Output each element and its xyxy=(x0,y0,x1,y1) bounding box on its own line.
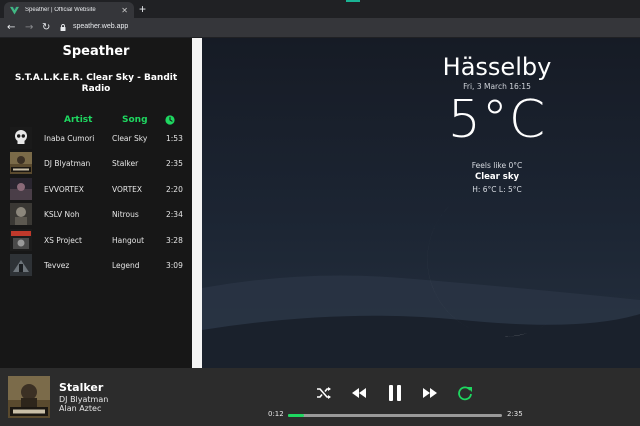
track-duration: 2:35 xyxy=(166,159,183,168)
tab-strip-accent xyxy=(346,0,360,2)
now-playing-artist: DJ Blyatman xyxy=(59,395,109,404)
repeat-icon[interactable] xyxy=(456,385,474,401)
weather-panel: Hässelby Fri, 3 March 16:15 5°C Feels li… xyxy=(202,38,640,368)
browser-tab-bar: Speather | Official Website ✕ + xyxy=(0,0,640,18)
now-playing-song: Stalker xyxy=(59,381,104,394)
track-duration: 2:20 xyxy=(166,185,183,194)
track-duration: 3:28 xyxy=(166,236,183,245)
track-song: Nitrous xyxy=(112,210,139,219)
previous-icon[interactable] xyxy=(350,385,368,401)
app-title: Speather xyxy=(62,44,130,59)
track-artist: Inaba Cumori xyxy=(44,134,95,143)
now-playing-album-artist: Alan Aztec xyxy=(59,404,102,413)
vue-logo-icon xyxy=(10,6,19,15)
track-song: Legend xyxy=(112,261,140,270)
new-tab-plus-icon[interactable]: + xyxy=(139,2,146,16)
next-icon[interactable] xyxy=(421,385,439,401)
skull-art xyxy=(10,127,32,149)
track-song: VORTEX xyxy=(112,185,143,194)
player-bar: Stalker DJ Blyatman Alan Aztec 0:12 2:35 xyxy=(0,368,640,426)
track-row[interactable]: EVVORTEX VORTEX 2:20 xyxy=(0,178,192,202)
back-arrow-icon[interactable]: ← xyxy=(7,21,15,35)
track-row[interactable]: KSLV Noh Nitrous 2:34 xyxy=(0,203,192,227)
now-playing-cover xyxy=(8,376,50,418)
column-header-song: Song xyxy=(122,115,148,125)
track-artist: EVVORTEX xyxy=(44,185,84,194)
track-artist: XS Project xyxy=(44,236,82,245)
city-name: Hässelby xyxy=(442,53,552,81)
total-time: 2:35 xyxy=(507,410,523,418)
address-bar: ← → ↻ speather.web.app xyxy=(0,18,640,38)
tab-close-icon[interactable]: ✕ xyxy=(121,6,128,15)
nitrous-art xyxy=(10,203,32,225)
stalker-art xyxy=(10,152,32,174)
sidebar: Speather S.T.A.L.K.E.R. Clear Sky - Band… xyxy=(0,38,192,368)
feels-like: Feels like 0°C xyxy=(471,161,523,170)
legend-art xyxy=(10,254,32,276)
shuffle-icon[interactable] xyxy=(315,385,333,401)
track-row[interactable]: DJ Blyatman Stalker 2:35 xyxy=(0,152,192,176)
track-row[interactable]: XS Project Hangout 3:28 xyxy=(0,229,192,253)
vortex-art xyxy=(10,178,32,200)
playlist-title: S.T.A.L.K.E.R. Clear Sky - Bandit Radio xyxy=(14,73,178,94)
track-row[interactable]: Tevvez Legend 3:09 xyxy=(0,254,192,278)
pause-icon[interactable] xyxy=(386,383,404,403)
progress-fill xyxy=(288,414,305,417)
tab-title: Speather | Official Website xyxy=(25,7,96,13)
forward-arrow-icon[interactable]: → xyxy=(25,21,33,35)
browser-tab[interactable]: Speather | Official Website ✕ xyxy=(4,2,134,18)
weather-condition: Clear sky xyxy=(474,172,520,182)
reload-icon[interactable]: ↻ xyxy=(42,21,50,35)
track-artist: DJ Blyatman xyxy=(44,159,91,168)
url-text[interactable]: speather.web.app xyxy=(73,23,128,30)
high-low: H: 6°C L: 5°C xyxy=(472,185,522,194)
current-time: 0:12 xyxy=(268,410,284,418)
track-duration: 2:34 xyxy=(166,210,183,219)
lock-icon xyxy=(60,24,66,31)
track-artist: Tevvez xyxy=(44,261,70,270)
column-header-artist: Artist xyxy=(64,115,93,125)
hangout-art xyxy=(10,229,32,251)
panel-divider xyxy=(192,38,202,368)
track-song: Clear Sky xyxy=(112,134,148,143)
track-row[interactable]: Inaba Cumori Clear Sky 1:53 xyxy=(0,127,192,151)
track-song: Stalker xyxy=(112,159,139,168)
track-artist: KSLV Noh xyxy=(44,210,80,219)
track-song: Hangout xyxy=(112,236,145,245)
temperature: 5°C xyxy=(447,90,547,150)
clock-icon xyxy=(165,115,175,125)
progress-bar[interactable] xyxy=(288,414,502,417)
track-duration: 3:09 xyxy=(166,261,183,270)
track-duration: 1:53 xyxy=(166,134,183,143)
